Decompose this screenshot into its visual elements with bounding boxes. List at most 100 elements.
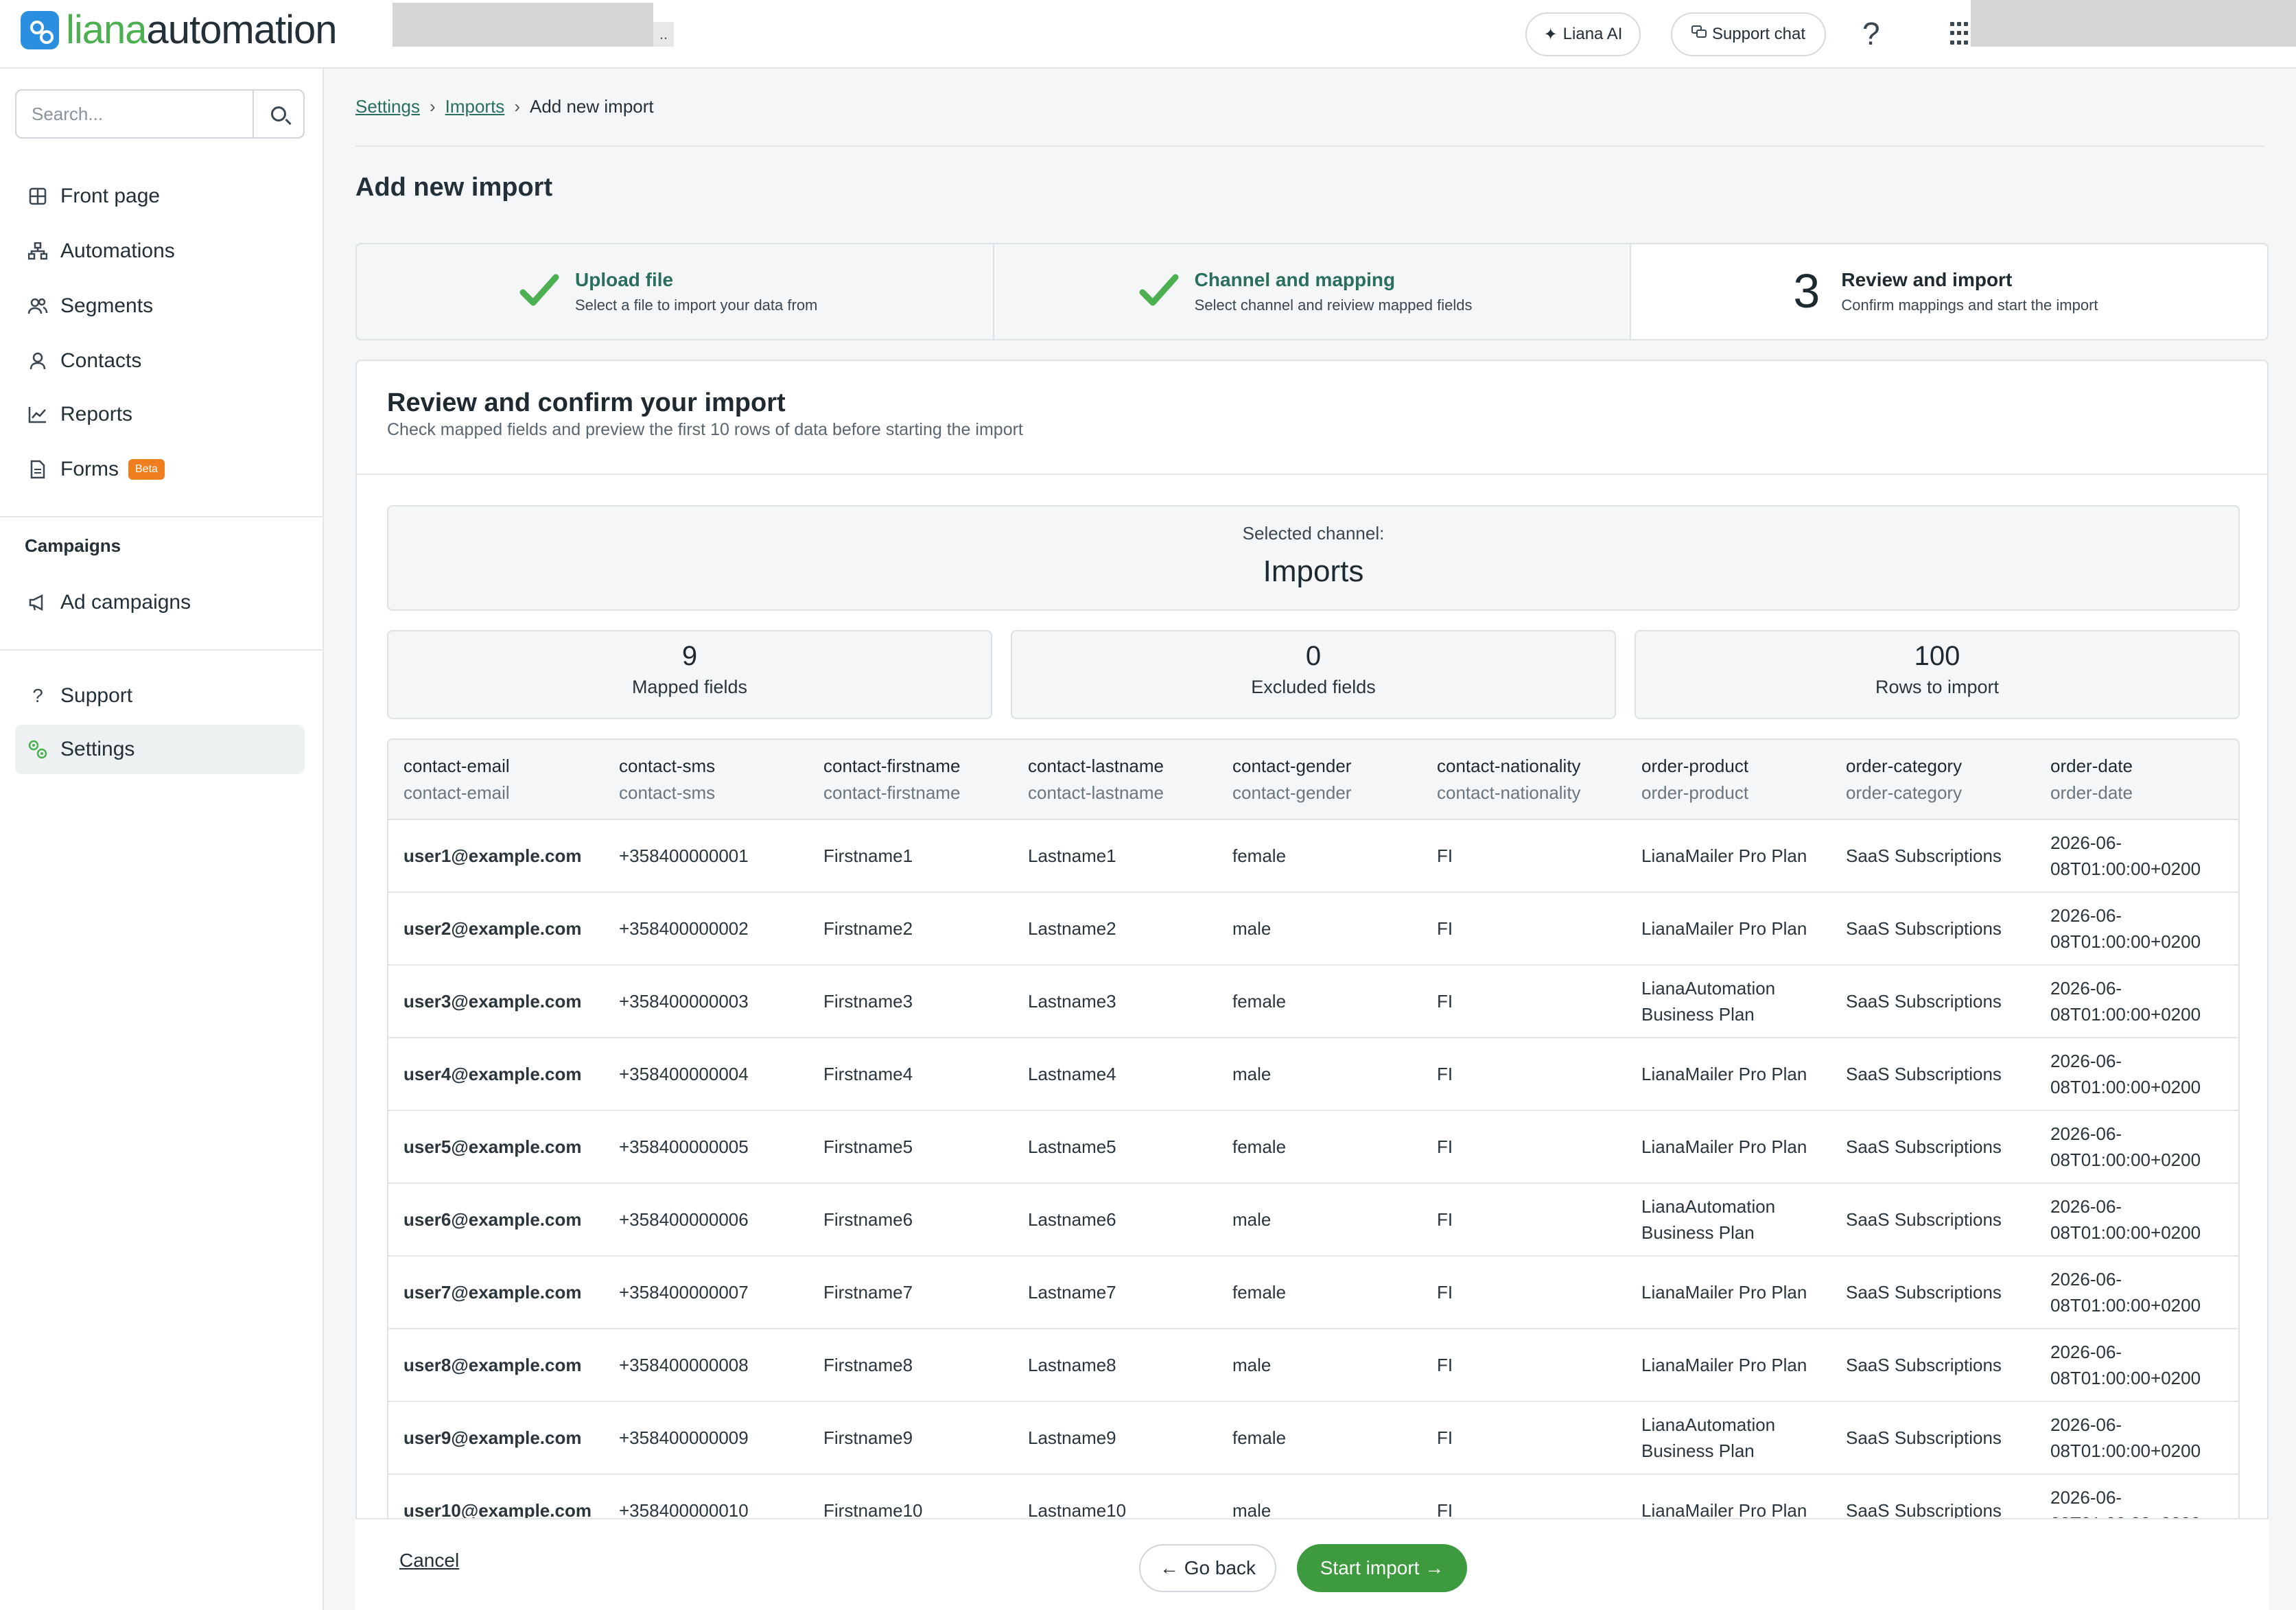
channel-label: Selected channel: bbox=[1242, 523, 1385, 544]
sidebar-item-front-page[interactable]: Front page bbox=[15, 172, 305, 221]
table-cell: Lastname3 bbox=[1028, 991, 1116, 1012]
preview-table-container[interactable]: contact-email contact-email contact-sms con… bbox=[387, 738, 2240, 1535]
stat-label: Excluded fields bbox=[1251, 677, 1376, 697]
column-header: contact-sms contact-sms bbox=[604, 740, 808, 819]
sidebar-item-support[interactable]: ? Support bbox=[15, 671, 305, 721]
table-cell: SaaS Subscriptions bbox=[1846, 1136, 2002, 1157]
column-target-field: contact-gender bbox=[1232, 782, 1352, 803]
app-logo[interactable]: lianaautomation bbox=[21, 8, 338, 52]
table-header-row: contact-email contact-email contact-sms con… bbox=[388, 740, 2238, 819]
table-cell: 2026-06-08T01:00:00+0200 bbox=[2050, 1269, 2201, 1316]
question-icon: ? bbox=[32, 685, 43, 706]
step-subtitle: Confirm mappings and start the import bbox=[1841, 296, 2098, 314]
column-header: contact-gender contact-gender bbox=[1217, 740, 1422, 819]
start-import-button[interactable]: Start import → bbox=[1297, 1544, 1467, 1592]
stat-excluded-fields: 0 Excluded fields bbox=[1011, 630, 1616, 719]
stat-label: Mapped fields bbox=[631, 677, 748, 697]
column-header: contact-email contact-email bbox=[388, 740, 604, 819]
table-cell: LianaMailer Pro Plan bbox=[1641, 845, 1807, 866]
sidebar-item-settings[interactable]: Settings bbox=[15, 725, 305, 774]
step-review-import[interactable]: 3 Review and import Confirm mappings and… bbox=[1631, 244, 2267, 339]
sidebar-item-reports[interactable]: Reports bbox=[15, 390, 305, 439]
table-cell: Lastname9 bbox=[1028, 1427, 1116, 1448]
sidebar-item-label: Ad campaigns bbox=[60, 591, 191, 614]
table-cell: Lastname4 bbox=[1028, 1064, 1116, 1084]
document-icon bbox=[27, 459, 48, 480]
column-header: order-date order-date bbox=[2035, 740, 2238, 819]
step-channel-mapping[interactable]: Channel and mapping Select channel and r… bbox=[994, 244, 1632, 339]
table-row: user5@example.com +358400000005 Firstname5… bbox=[388, 1110, 2238, 1183]
step-title: Review and import bbox=[1841, 269, 2013, 290]
table-cell: 2026-06-08T01:00:00+0200 bbox=[2050, 832, 2201, 879]
table-cell: Lastname7 bbox=[1028, 1282, 1116, 1303]
support-chat-button[interactable]: Support chat bbox=[1671, 12, 1826, 56]
step-upload-file[interactable]: Upload file Select a file to import your… bbox=[357, 244, 994, 339]
search-button[interactable] bbox=[253, 91, 303, 137]
table-row: user6@example.com +358400000006 Firstname6… bbox=[388, 1183, 2238, 1256]
sidebar: Front page Automations Segments Contacts… bbox=[0, 69, 324, 1610]
table-cell: +358400000007 bbox=[619, 1282, 749, 1303]
panel-divider bbox=[357, 474, 2267, 475]
check-icon bbox=[519, 274, 559, 306]
breadcrumb: Settings › Imports › Add new import bbox=[355, 96, 654, 117]
table-cell: +358400000003 bbox=[619, 991, 749, 1012]
chevron-right-icon: › bbox=[514, 96, 520, 117]
sidebar-item-automations[interactable]: Automations bbox=[15, 226, 305, 276]
search-input[interactable] bbox=[16, 91, 254, 137]
column-source-name: contact-lastname bbox=[1028, 755, 1164, 776]
table-cell: FI bbox=[1437, 918, 1453, 939]
preview-table: contact-email contact-email contact-sms con… bbox=[388, 740, 2238, 1533]
table-cell: user2@example.com bbox=[403, 918, 582, 939]
column-target-field: order-date bbox=[2050, 782, 2133, 803]
check-icon bbox=[1139, 274, 1179, 306]
table-cell: Firstname4 bbox=[823, 1064, 913, 1084]
stat-rows-to-import: 100 Rows to import bbox=[1635, 630, 2240, 719]
beta-badge: Beta bbox=[128, 459, 165, 480]
table-cell: FI bbox=[1437, 1355, 1453, 1375]
breadcrumb-current: Add new import bbox=[529, 96, 654, 117]
hierarchy-icon bbox=[27, 241, 48, 261]
sidebar-item-label: Settings bbox=[60, 738, 135, 760]
table-cell: +358400000005 bbox=[619, 1136, 749, 1157]
search-box bbox=[15, 89, 305, 139]
column-source-name: order-date bbox=[2050, 755, 2133, 776]
sidebar-divider bbox=[0, 516, 323, 517]
cancel-button[interactable]: Cancel bbox=[399, 1550, 459, 1572]
redacted-account-area bbox=[1971, 0, 2296, 47]
sidebar-item-ad-campaigns[interactable]: Ad campaigns bbox=[15, 578, 305, 627]
liana-ai-button[interactable]: ✦ Liana AI bbox=[1525, 12, 1641, 56]
column-target-field: order-category bbox=[1846, 782, 1963, 803]
table-cell: FI bbox=[1437, 1282, 1453, 1303]
search-icon bbox=[271, 106, 286, 121]
logo-text: lianaautomation bbox=[66, 8, 338, 52]
step-title: Upload file bbox=[575, 269, 674, 290]
table-cell: LianaAutomation Business Plan bbox=[1641, 978, 1776, 1025]
breadcrumb-imports-link[interactable]: Imports bbox=[445, 96, 505, 117]
table-cell: FI bbox=[1437, 1064, 1453, 1084]
sidebar-divider bbox=[0, 649, 323, 651]
selected-channel-box: Selected channel: Imports bbox=[387, 505, 2240, 611]
grid-icon bbox=[27, 186, 48, 207]
sidebar-item-segments[interactable]: Segments bbox=[15, 281, 305, 331]
stat-label: Rows to import bbox=[1875, 677, 2000, 697]
table-cell: male bbox=[1232, 1064, 1272, 1084]
sidebar-item-contacts[interactable]: Contacts bbox=[15, 336, 305, 386]
table-cell: +358400000001 bbox=[619, 845, 749, 866]
table-row: user7@example.com +358400000007 Firstname7… bbox=[388, 1256, 2238, 1329]
breadcrumb-settings-link[interactable]: Settings bbox=[355, 96, 420, 117]
go-back-button[interactable]: ← Go back bbox=[1139, 1544, 1276, 1592]
column-source-name: contact-email bbox=[403, 755, 510, 776]
table-row: user1@example.com +358400000001 Firstname1… bbox=[388, 819, 2238, 892]
table-row: user3@example.com +358400000003 Firstname3… bbox=[388, 965, 2238, 1038]
help-icon[interactable]: ? bbox=[1862, 15, 1880, 52]
sidebar-item-label: Front page bbox=[60, 185, 161, 207]
table-cell: user8@example.com bbox=[403, 1355, 582, 1375]
sidebar-item-forms[interactable]: Forms Beta bbox=[15, 445, 305, 494]
apps-grid-icon[interactable] bbox=[1950, 22, 1968, 47]
table-cell: Lastname6 bbox=[1028, 1209, 1116, 1230]
sidebar-item-label: Segments bbox=[60, 294, 154, 317]
step-subtitle: Select channel and reiview mapped fields bbox=[1194, 296, 1473, 314]
table-cell: female bbox=[1232, 845, 1287, 866]
table-cell: 2026-06-08T01:00:00+0200 bbox=[2050, 1123, 2201, 1170]
table-cell: SaaS Subscriptions bbox=[1846, 1355, 2002, 1375]
